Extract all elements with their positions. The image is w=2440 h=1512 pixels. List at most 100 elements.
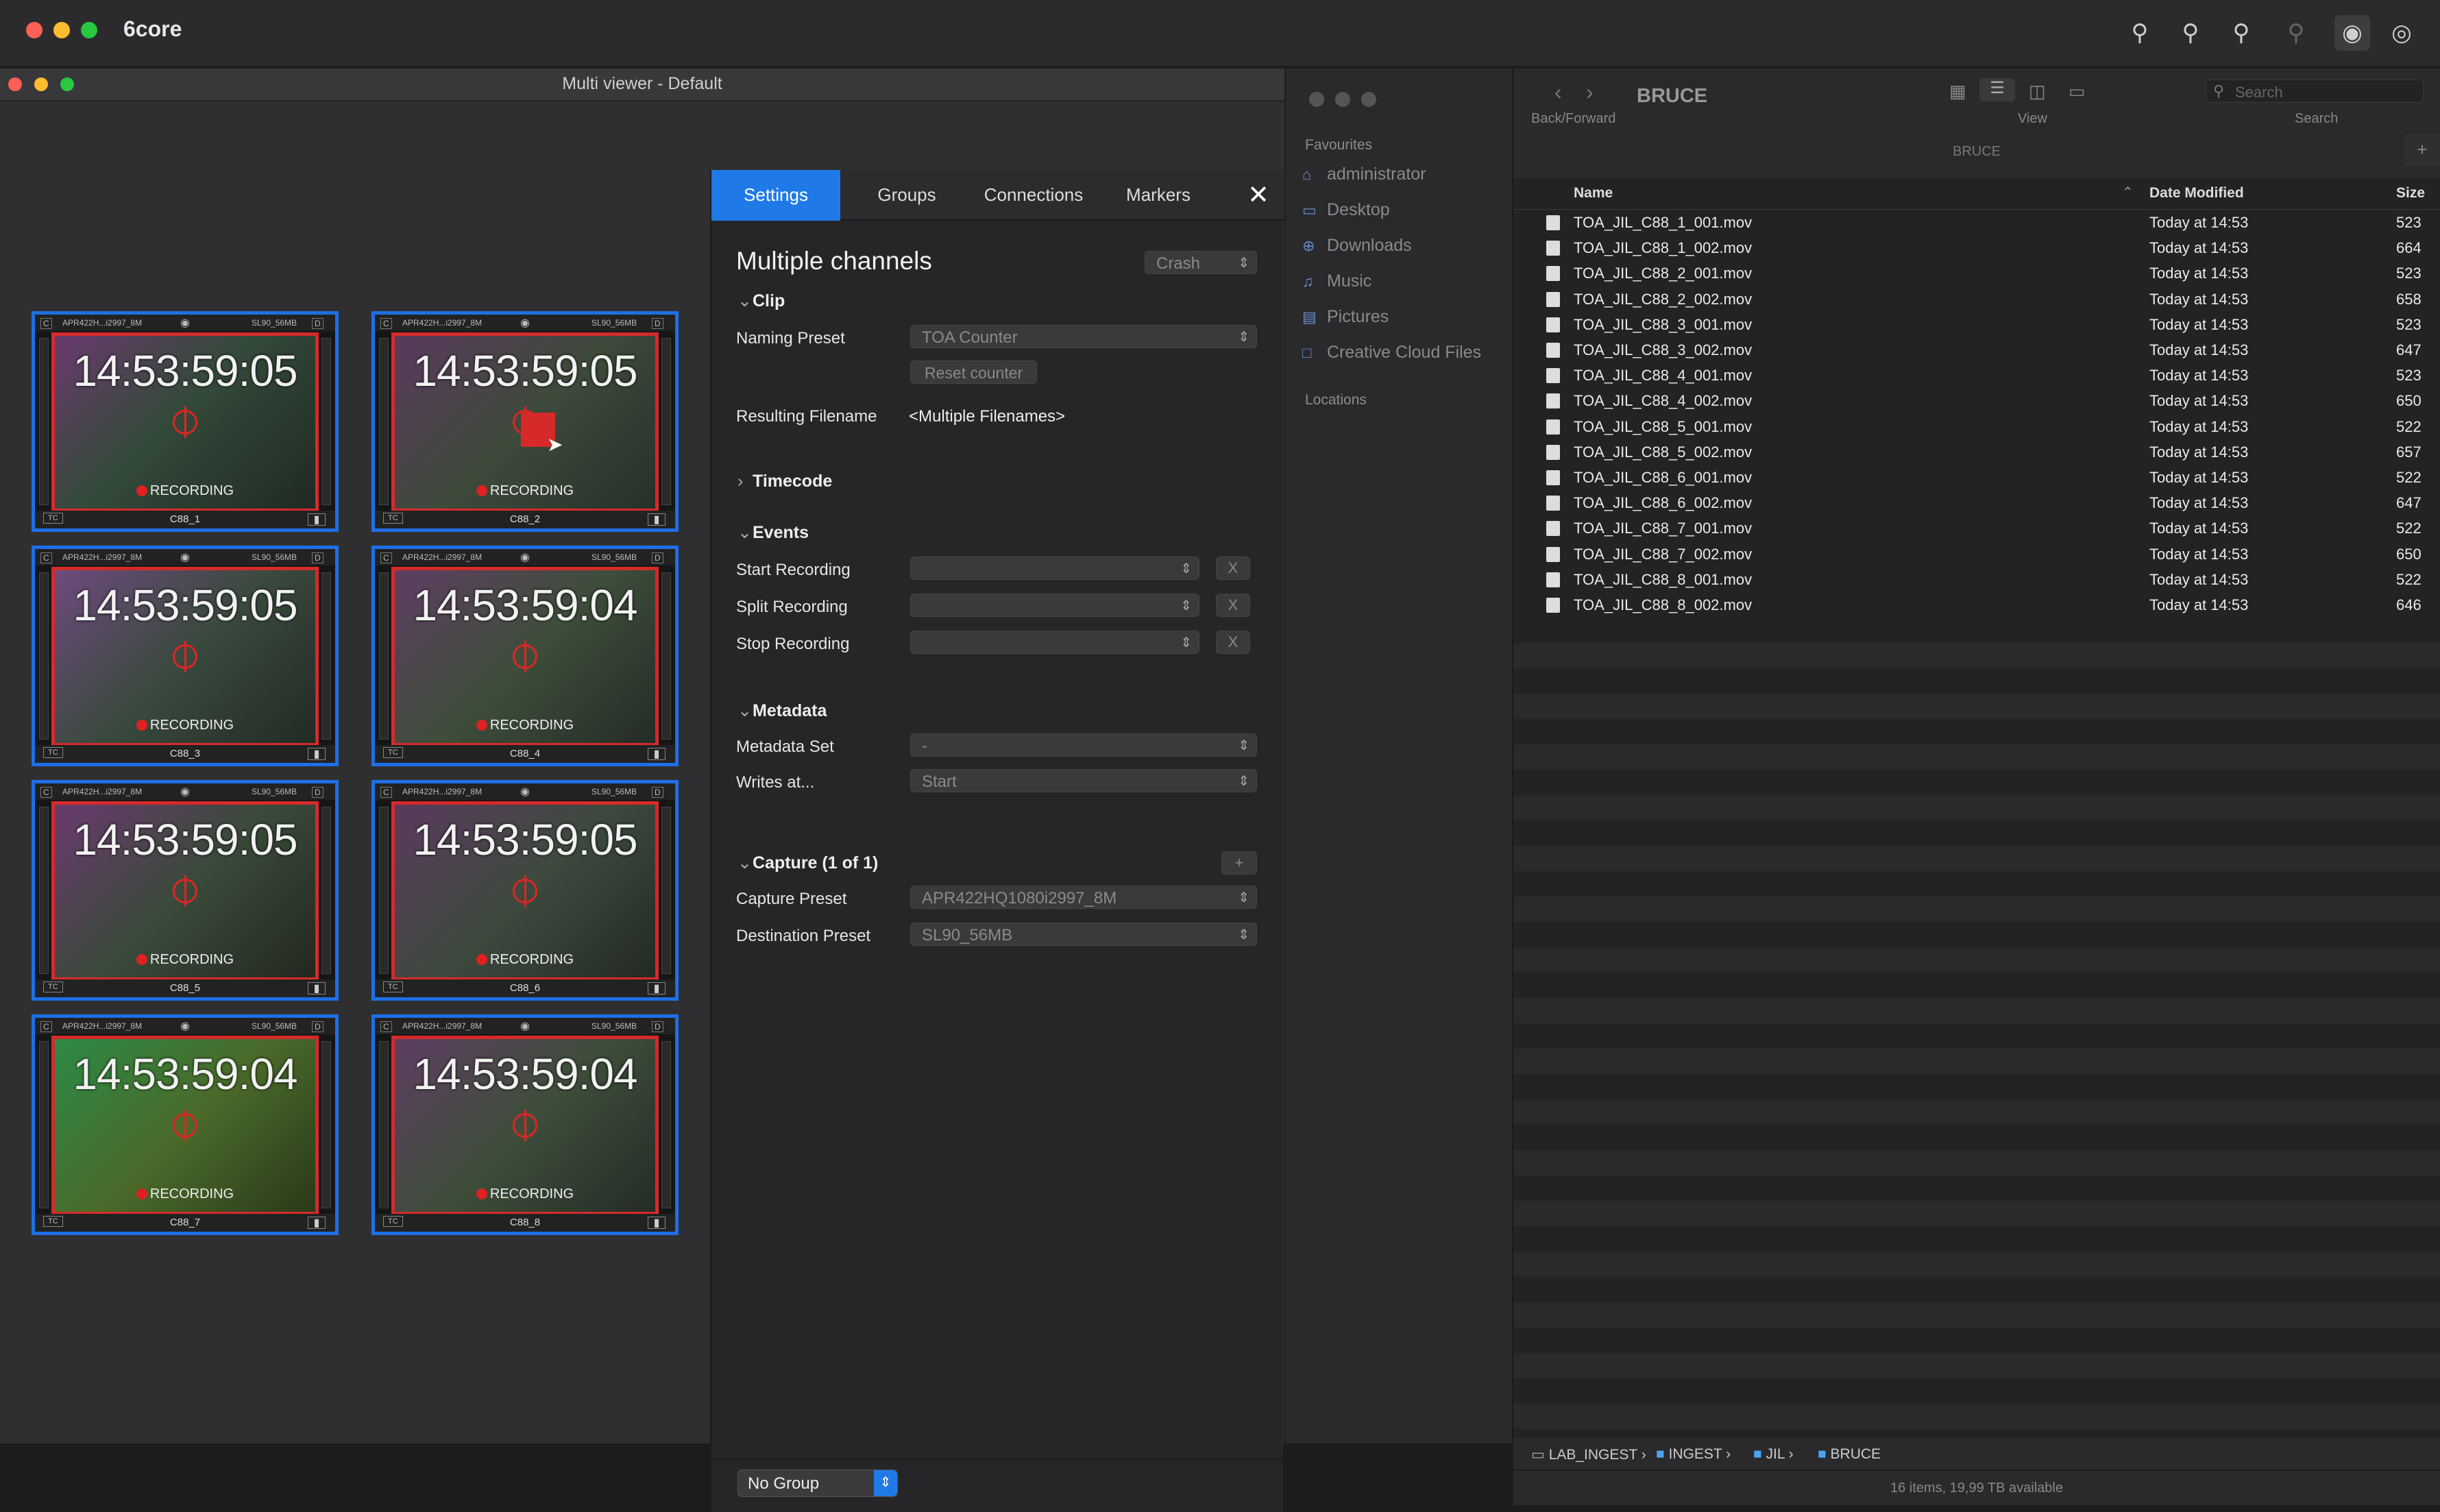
list-view-icon[interactable]: ☰ [1979, 78, 2015, 101]
audio-bars-icon[interactable]: ▮ [648, 982, 666, 995]
tile-target-icon[interactable]: ◉ [520, 785, 530, 798]
minimize-window-button[interactable] [53, 22, 70, 38]
sidebar-item-music[interactable]: ♫ Music [1302, 271, 1371, 291]
video-preview[interactable]: 14:53:59:05 RECORDING [51, 567, 319, 746]
close-window-button[interactable] [26, 22, 42, 38]
viewer-tile[interactable]: C APR422H...i2997_8M ◉ SL90_56MB D 14:53:59:0… [32, 546, 339, 766]
add-tab-button[interactable]: + [2404, 134, 2440, 166]
path-item-lab-ingest[interactable]: ▭ LAB_INGEST › [1531, 1446, 1646, 1463]
tile-target-icon[interactable]: ◉ [180, 316, 190, 330]
section-capture[interactable]: ⌄Capture (1 of 1) [737, 853, 878, 873]
finder-maximize-button[interactable] [1361, 92, 1376, 107]
section-events[interactable]: ⌄Events [737, 522, 809, 543]
video-preview[interactable]: 14:53:59:05 RECORDING [51, 801, 319, 981]
video-preview[interactable]: 14:53:59:04 RECORDING [391, 1036, 659, 1215]
clear-split-recording-button[interactable]: X [1216, 594, 1250, 617]
column-date-modified[interactable]: Date Modified [2149, 185, 2244, 202]
zoom-in-icon[interactable]: ⚲ [2173, 15, 2208, 51]
video-preview[interactable]: 14:53:59:05 RECORDING [51, 332, 319, 512]
fingerprint-icon[interactable]: ◉ [2334, 15, 2370, 51]
tab-settings[interactable]: Settings [711, 170, 840, 221]
audio-bars-icon[interactable]: ▮ [308, 1217, 326, 1229]
file-row[interactable]: TOA_JIL_C88_7_001.mov Today at 14:53 522 [1513, 515, 2440, 541]
section-metadata[interactable]: ⌄Metadata [737, 700, 827, 721]
start-recording-select[interactable]: ⇕ [910, 557, 1199, 580]
zoom-out-alt-icon[interactable]: ⚲ [2278, 15, 2314, 51]
column-view-icon[interactable]: ◫ [2029, 81, 2046, 102]
clear-start-recording-button[interactable]: X [1216, 557, 1250, 580]
clear-stop-recording-button[interactable]: X [1216, 631, 1250, 654]
file-row[interactable]: TOA_JIL_C88_6_001.mov Today at 14:53 522 [1513, 465, 2440, 490]
file-row[interactable]: TOA_JIL_C88_2_001.mov Today at 14:53 523 [1513, 260, 2440, 286]
tile-target-icon[interactable]: ◉ [520, 550, 530, 564]
file-row[interactable]: TOA_JIL_C88_5_002.mov Today at 14:53 657 [1513, 439, 2440, 465]
tab-groups[interactable]: Groups [853, 170, 961, 221]
icon-view-icon[interactable]: ▦ [1949, 81, 1966, 102]
audio-bars-icon[interactable]: ▮ [308, 748, 326, 760]
viewer-tile[interactable]: C APR422H...i2997_8M ◉ SL90_56MB D 14:53:59:0… [32, 311, 339, 532]
gallery-view-icon[interactable]: ▭ [2069, 81, 2086, 102]
search-field[interactable]: ⚲ Search [2206, 80, 2424, 103]
tab-markers[interactable]: Markers [1108, 170, 1209, 221]
viewer-tile[interactable]: C APR422H...i2997_8M ◉ SL90_56MB D 14:53:59:0… [371, 780, 679, 1001]
path-item-jil[interactable]: ■ JIL › [1753, 1446, 1794, 1463]
sidebar-item-desktop[interactable]: ▭ Desktop [1302, 200, 1390, 220]
file-row[interactable]: TOA_JIL_C88_1_001.mov Today at 14:53 523 [1513, 210, 2440, 235]
tile-target-icon[interactable]: ◉ [520, 1019, 530, 1033]
section-clip[interactable]: ⌄Clip [737, 291, 785, 311]
sidebar-item-pictures[interactable]: ▤ Pictures [1302, 307, 1389, 327]
column-name[interactable]: Name [1574, 185, 1613, 202]
file-row[interactable]: TOA_JIL_C88_8_002.mov Today at 14:53 646 [1513, 592, 2440, 618]
viewer-tile[interactable]: C APR422H...i2997_8M ◉ SL90_56MB D 14:53:59:0… [371, 311, 679, 532]
tile-target-icon[interactable]: ◉ [520, 316, 530, 330]
reset-counter-button[interactable]: Reset counter [910, 361, 1038, 384]
destination-preset-select[interactable]: SL90_56MB ⇕ [910, 923, 1257, 946]
tile-target-icon[interactable]: ◉ [180, 785, 190, 798]
audio-bars-icon[interactable]: ▮ [648, 1217, 666, 1229]
sidebar-item-creative-cloud[interactable]: □ Creative Cloud Files [1302, 343, 1481, 363]
audio-bars-icon[interactable]: ▮ [308, 513, 326, 526]
video-preview[interactable]: 14:53:59:04 RECORDING [51, 1036, 319, 1215]
audio-bars-icon[interactable]: ▮ [648, 748, 666, 760]
file-row[interactable]: TOA_JIL_C88_3_002.mov Today at 14:53 647 [1513, 337, 2440, 363]
file-row[interactable]: TOA_JIL_C88_2_002.mov Today at 14:53 658 [1513, 286, 2440, 312]
path-item-ingest[interactable]: ■ INGEST › [1656, 1446, 1731, 1463]
back-icon[interactable]: ‹ [1554, 80, 1562, 105]
file-row[interactable]: TOA_JIL_C88_4_002.mov Today at 14:53 650 [1513, 388, 2440, 413]
file-row[interactable]: TOA_JIL_C88_4_001.mov Today at 14:53 523 [1513, 363, 2440, 388]
tile-target-icon[interactable]: ◉ [180, 550, 190, 564]
binoculars-icon[interactable]: ◎ [2384, 15, 2419, 51]
sidebar-item-administrator[interactable]: ⌂ administrator [1302, 164, 1426, 184]
tab-connections[interactable]: Connections [968, 170, 1099, 221]
stop-recording-select[interactable]: ⇕ [910, 631, 1199, 654]
file-row[interactable]: TOA_JIL_C88_5_001.mov Today at 14:53 522 [1513, 414, 2440, 439]
sidebar-item-downloads[interactable]: ⊕ Downloads [1302, 236, 1412, 256]
viewer-tile[interactable]: C APR422H...i2997_8M ◉ SL90_56MB D 14:53:59:0… [32, 780, 339, 1001]
video-preview[interactable]: 14:53:59:04 RECORDING [391, 567, 659, 746]
forward-icon[interactable]: › [1586, 80, 1594, 105]
section-timecode[interactable]: › Timecode [737, 472, 832, 491]
add-capture-button[interactable]: + [1221, 851, 1257, 875]
metadata-set-select[interactable]: - ⇕ [910, 733, 1257, 757]
writes-at-select[interactable]: Start ⇕ [910, 769, 1257, 792]
finder-minimize-button[interactable] [1335, 92, 1350, 107]
capture-preset-select[interactable]: APR422HQ1080i2997_8M ⇕ [910, 886, 1257, 909]
video-preview[interactable]: 14:53:59:05 RECORDING [391, 801, 659, 981]
zoom-in-alt-icon[interactable]: ⚲ [2223, 15, 2259, 51]
zoom-out-icon[interactable]: ⚲ [2122, 15, 2158, 51]
column-size[interactable]: Size [2396, 185, 2425, 202]
group-select[interactable]: No Group ⇕ [737, 1470, 898, 1497]
file-row[interactable]: TOA_JIL_C88_7_002.mov Today at 14:53 650 [1513, 541, 2440, 567]
audio-bars-icon[interactable]: ▮ [308, 982, 326, 995]
maximize-window-button[interactable] [81, 22, 97, 38]
viewer-tile[interactable]: C APR422H...i2997_8M ◉ SL90_56MB D 14:53:59:0… [371, 546, 679, 766]
file-row[interactable]: TOA_JIL_C88_1_002.mov Today at 14:53 664 [1513, 235, 2440, 260]
video-preview[interactable]: 14:53:59:05 ➤ RECORDING [391, 332, 659, 512]
path-item-bruce[interactable]: ■ BRUCE [1818, 1446, 1881, 1463]
viewer-tile[interactable]: C APR422H...i2997_8M ◉ SL90_56MB D 14:53:59:0… [32, 1014, 339, 1235]
file-row[interactable]: TOA_JIL_C88_8_001.mov Today at 14:53 522 [1513, 567, 2440, 592]
viewer-tile[interactable]: C APR422H...i2997_8M ◉ SL90_56MB D 14:53:59:0… [371, 1014, 679, 1235]
sort-ascending-icon[interactable]: ⌃ [2122, 184, 2134, 201]
close-panel-icon[interactable]: ✕ [1245, 180, 1272, 210]
file-row[interactable]: TOA_JIL_C88_3_001.mov Today at 14:53 523 [1513, 312, 2440, 337]
